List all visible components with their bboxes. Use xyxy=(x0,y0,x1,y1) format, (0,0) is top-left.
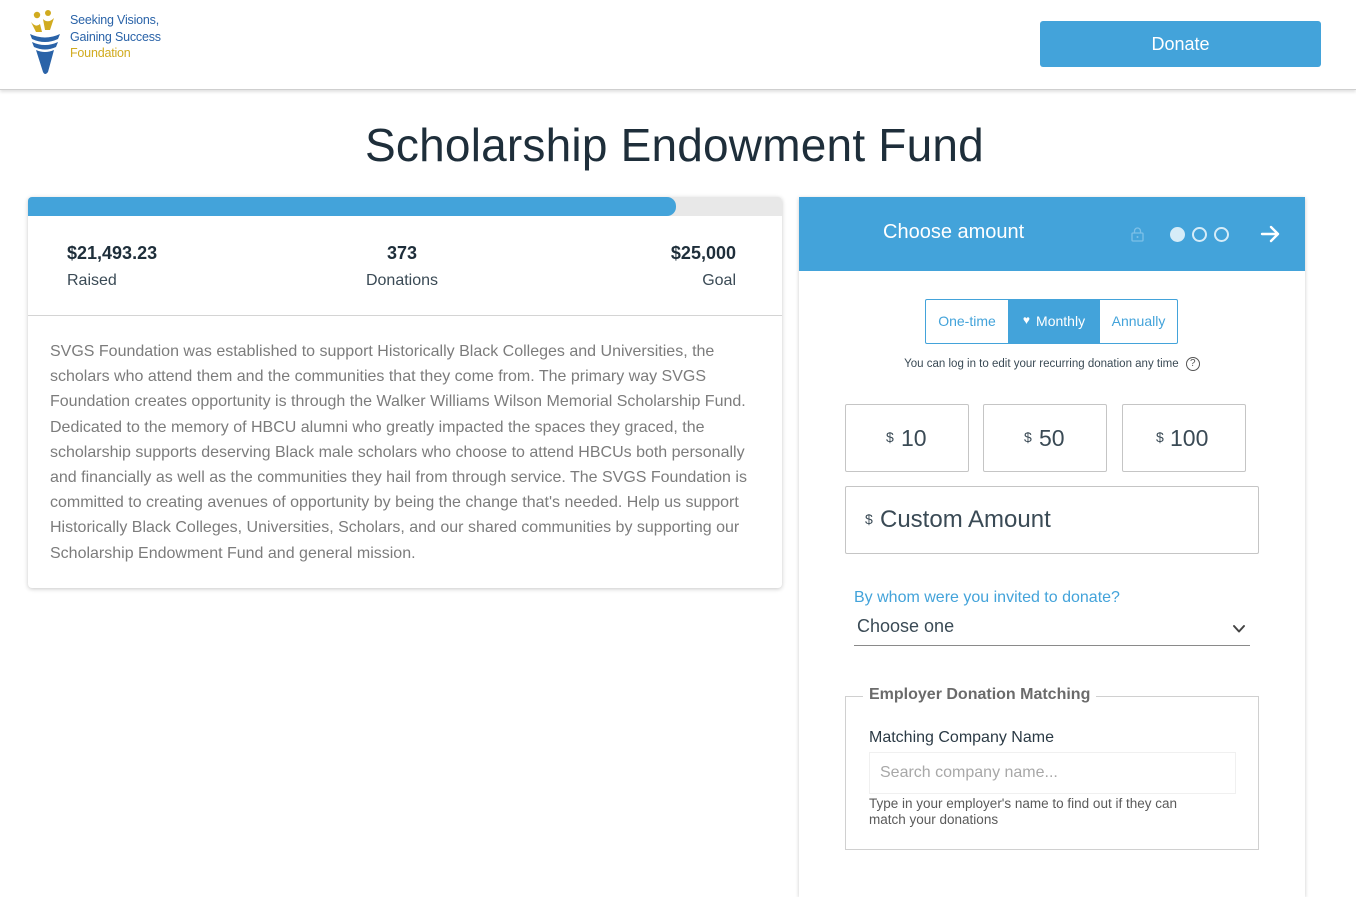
chevron-down-icon xyxy=(1233,625,1245,633)
frequency-monthly-label: Monthly xyxy=(1036,313,1086,329)
custom-amount-input[interactable]: $ Custom Amount xyxy=(845,486,1259,554)
raised-label: Raised xyxy=(67,272,117,289)
amount-value: 50 xyxy=(1039,425,1065,451)
company-search-input[interactable] xyxy=(869,752,1236,794)
frequency-monthly[interactable]: ♥ Monthly xyxy=(1009,300,1100,343)
form-step-title: Choose amount xyxy=(883,221,1025,243)
recurring-note-text: You can log in to edit your recurring do… xyxy=(904,358,1179,371)
logo-mark-icon xyxy=(30,10,60,74)
divider xyxy=(28,315,782,316)
amount-value: 100 xyxy=(1170,425,1209,451)
stat-donations: 373 Donations xyxy=(328,243,476,290)
currency-symbol: $ xyxy=(865,511,873,527)
invite-label: By whom were you invited to donate? xyxy=(854,589,1120,606)
frequency-one-time[interactable]: One-time xyxy=(926,300,1009,343)
goal-value: $25,000 xyxy=(670,243,736,263)
goal-label: Goal xyxy=(702,272,736,289)
foundation-logo[interactable]: Seeking Visions, Gaining Success Foundat… xyxy=(28,10,178,76)
logo-line-3: Foundation xyxy=(70,46,131,60)
donation-form: Choose amount One-time ♥ Monthly Annually… xyxy=(799,197,1305,897)
page-title: Scholarship Endowment Fund xyxy=(365,119,984,171)
company-label: Matching Company Name xyxy=(869,729,1054,746)
currency-symbol: $ xyxy=(1156,429,1164,445)
site-header: Seeking Visions, Gaining Success Foundat… xyxy=(0,0,1356,90)
help-icon[interactable]: ? xyxy=(1185,357,1200,371)
raised-value: $21,493.23 xyxy=(67,243,158,263)
amount-option-100[interactable]: $ 100 xyxy=(1122,404,1246,472)
heart-icon: ♥ xyxy=(1022,313,1031,327)
logo-text: Seeking Visions, Gaining Success Foundat… xyxy=(70,12,161,62)
step-dot-3 xyxy=(1214,227,1229,242)
logo-line-2: Gaining Success xyxy=(70,29,161,44)
stat-raised: $21,493.23 Raised xyxy=(67,243,157,290)
lock-icon xyxy=(1131,227,1144,242)
invite-select[interactable]: Choose one xyxy=(854,614,1250,646)
matching-legend: Employer Donation Matching xyxy=(863,686,1097,704)
donations-label: Donations xyxy=(365,272,439,289)
amount-option-10[interactable]: $ 10 xyxy=(845,404,969,472)
invite-select-value: Choose one xyxy=(857,616,955,636)
currency-symbol: $ xyxy=(1024,429,1032,445)
employer-matching-section: Employer Donation Matching Matching Comp… xyxy=(845,686,1259,850)
step-dot-1 xyxy=(1170,227,1185,242)
amount-value: 10 xyxy=(901,425,927,451)
campaign-description: SVGS Foundation was established to suppo… xyxy=(50,343,747,562)
frequency-toggle: One-time ♥ Monthly Annually xyxy=(925,299,1178,344)
progress-fill xyxy=(28,197,677,216)
custom-amount-placeholder: Custom Amount xyxy=(880,506,1051,533)
form-header: Choose amount xyxy=(799,197,1305,271)
amount-option-50[interactable]: $ 50 xyxy=(983,404,1107,472)
logo-line-1: Seeking Visions, xyxy=(70,13,159,27)
company-help-text: Type in your employer's name to find out… xyxy=(869,796,1177,827)
donate-button[interactable]: Donate xyxy=(1040,21,1321,67)
progress-bar xyxy=(28,197,782,216)
stat-goal: $25,000 Goal xyxy=(671,243,736,290)
step-dot-2 xyxy=(1192,227,1207,242)
arrow-right-icon[interactable] xyxy=(1259,223,1281,245)
currency-symbol: $ xyxy=(886,429,894,445)
frequency-annually[interactable]: Annually xyxy=(1100,300,1177,343)
step-indicator xyxy=(1170,227,1229,242)
campaign-card: $21,493.23 Raised 373 Donations $25,000 … xyxy=(28,197,782,588)
recurring-note: You can log in to edit your recurring do… xyxy=(799,357,1305,371)
donations-value: 373 xyxy=(386,243,418,263)
